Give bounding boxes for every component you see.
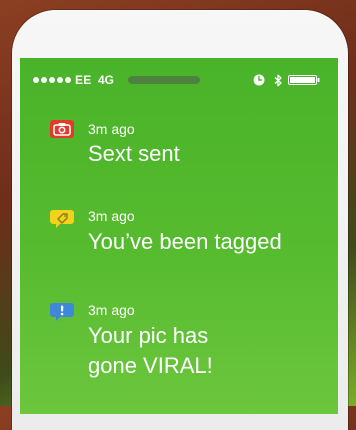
signal-dot	[33, 77, 39, 83]
notification-message: You’ve been tagged	[88, 229, 282, 254]
notification-time: 3m ago	[88, 121, 135, 137]
battery-icon	[288, 75, 320, 85]
carrier-name: EE	[75, 73, 92, 87]
notification-time: 3m ago	[88, 208, 135, 224]
signal-dot	[57, 77, 63, 83]
tag-icon	[50, 210, 74, 228]
signal-dot	[41, 77, 47, 83]
exclamation-icon	[50, 303, 74, 321]
notification-message: Sext sent	[88, 141, 180, 166]
signal-strength-icon	[33, 75, 71, 85]
lock-screen: EE 4G 3m ago Sext sent 3m ago You’ve bee…	[20, 58, 338, 414]
network-type: 4G	[98, 73, 115, 87]
notification-time: 3m ago	[88, 302, 135, 318]
status-bar: EE 4G	[20, 70, 338, 90]
notification-message-line-2: gone VIRAL!	[88, 353, 213, 378]
bluetooth-icon	[274, 74, 282, 87]
signal-dot	[65, 77, 71, 83]
signal-dot	[49, 77, 55, 83]
status-pill	[128, 76, 200, 84]
camera-icon	[50, 120, 74, 138]
clock-icon	[253, 74, 265, 86]
notification-message-line-1: Your pic has	[88, 323, 209, 348]
